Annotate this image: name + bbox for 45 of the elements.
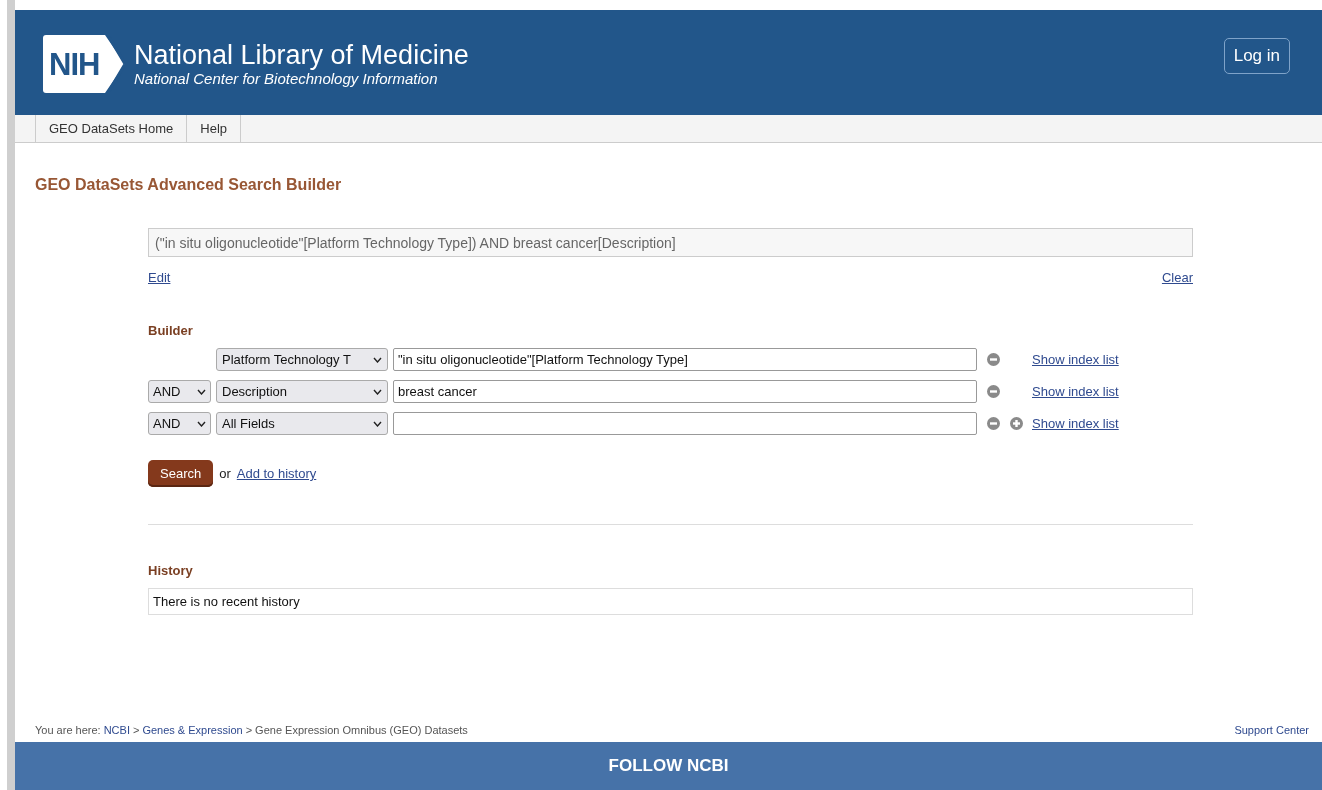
nav-tab[interactable]: Help bbox=[186, 115, 242, 142]
section-heading: History bbox=[148, 563, 194, 578]
term-field[interactable]: breast cancer bbox=[393, 380, 977, 403]
remove-icon[interactable] bbox=[987, 353, 1000, 366]
show-index-link[interactable]: Show index list bbox=[1032, 352, 1119, 367]
support-center-link[interactable]: Support Center bbox=[1234, 724, 1309, 736]
breadcrumb-link[interactable]: NCBI bbox=[103, 724, 130, 736]
nav-tab[interactable]: GEO DataSets Home bbox=[35, 115, 187, 142]
field-dropdown[interactable]: Description bbox=[216, 380, 388, 403]
logo-text: NIH bbox=[49, 47, 100, 83]
show-index-link[interactable]: Show index list bbox=[1032, 416, 1119, 431]
footer-title: FOLLOW NCBI bbox=[608, 756, 729, 776]
login-button[interactable]: Log in bbox=[1223, 38, 1290, 74]
chevron-down-icon bbox=[373, 420, 382, 427]
clear-link[interactable]: Clear bbox=[1161, 270, 1193, 285]
chevron-down-icon bbox=[373, 356, 382, 363]
page-title: GEO DataSets Advanced Search Builder bbox=[35, 176, 343, 194]
operator-dropdown[interactable]: AND bbox=[148, 380, 211, 403]
history-box: There is no recent history bbox=[148, 588, 1193, 615]
term-field[interactable]: "in situ oligonucleotide"[Platform Technology Type] bbox=[393, 348, 977, 371]
add-icon[interactable] bbox=[1010, 417, 1023, 430]
breadcrumb-separator: > bbox=[245, 724, 253, 736]
nih-logo-icon[interactable] bbox=[43, 35, 125, 93]
breadcrumb-link[interactable]: Genes & Expression bbox=[142, 724, 243, 736]
chevron-down-icon bbox=[197, 388, 206, 395]
breadcrumb-label: You are here: bbox=[35, 724, 101, 736]
term-field[interactable] bbox=[393, 412, 977, 435]
breadcrumb-current: Gene Expression Omnibus (GEO) Datasets bbox=[255, 724, 468, 736]
site-title[interactable]: National Library of Medicine bbox=[134, 40, 469, 70]
section-heading: Builder bbox=[148, 323, 194, 338]
chevron-down-icon bbox=[197, 420, 206, 427]
chevron-down-icon bbox=[373, 388, 382, 395]
add-to-history-link[interactable]: Add to history bbox=[236, 466, 317, 481]
remove-icon[interactable] bbox=[987, 417, 1000, 430]
edit-link[interactable]: Edit bbox=[148, 270, 171, 285]
show-index-link[interactable]: Show index list bbox=[1032, 384, 1119, 399]
remove-icon[interactable] bbox=[987, 385, 1000, 398]
operator-dropdown[interactable]: AND bbox=[148, 412, 211, 435]
query-field[interactable]: ("in situ oligonucleotide"[Platform Technology Type]) AND breast cancer[Description] bbox=[148, 228, 1193, 257]
field-dropdown[interactable]: All Fields bbox=[216, 412, 388, 435]
or-text: or bbox=[219, 466, 231, 481]
search-button[interactable]: Search bbox=[148, 460, 214, 487]
breadcrumb-separator: > bbox=[132, 724, 140, 736]
site-subtitle: National Center for Biotechnology Information bbox=[134, 70, 439, 88]
field-dropdown[interactable]: Platform Technology T bbox=[216, 348, 388, 371]
